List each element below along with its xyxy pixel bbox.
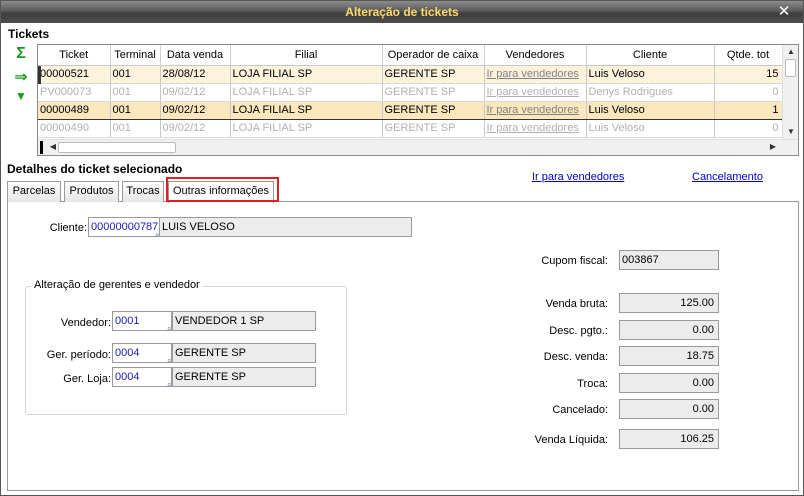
horizontal-scrollbar[interactable]: ◀ ▶ xyxy=(38,139,798,155)
column-header[interactable]: Data venda xyxy=(160,45,231,66)
column-header[interactable]: Filial xyxy=(230,45,383,66)
cell-filial: LOJA FILIAL SP xyxy=(230,100,383,120)
vendedor-code-field[interactable]: 0001 xyxy=(112,311,172,331)
alteracao-gerentes-title: Alteração de gerentes e vendedor xyxy=(31,279,203,291)
sum-icon[interactable]: Σ xyxy=(11,45,31,63)
venda-liquida-field: 106.25 xyxy=(619,429,719,449)
cell-ticket: PV000073 xyxy=(38,83,111,102)
scroll-down-icon[interactable]: ▼ xyxy=(784,127,798,136)
cell-ticket: 00000489 xyxy=(38,100,111,120)
cell-qtde: 1 xyxy=(714,100,783,120)
ger-periodo-name-field: GERENTE SP xyxy=(172,343,316,363)
alteracao-tickets-window: Alteração de tickets ✕ Tickets Σ ⇒ ▼ Ticke… xyxy=(0,0,804,496)
ger-loja-code-field[interactable]: 0004 xyxy=(112,367,172,387)
scroll-right-icon[interactable]: ▶ xyxy=(766,142,780,151)
tickets-grid-body: 00000521 001 28/08/12 LOJA FILIAL SP GERENTE… xyxy=(38,65,783,138)
cell-terminal: 001 xyxy=(110,119,161,138)
tickets-grid-header: Ticket Terminal Data venda Filial Operador d… xyxy=(38,45,783,66)
desc-pgto-label: Desc. pgto.: xyxy=(549,325,608,337)
scroll-up-icon[interactable]: ▲ xyxy=(784,47,798,56)
desc-venda-field: 18.75 xyxy=(619,346,719,366)
cupom-fiscal-label: Cupom fiscal: xyxy=(541,255,608,267)
venda-bruta-label: Venda bruta: xyxy=(545,298,608,310)
venda-liquida-label: Venda Líquida: xyxy=(534,434,608,446)
ir-para-vendedores-link[interactable]: Ir para vendedores xyxy=(532,171,624,183)
tickets-grid[interactable]: Ticket Terminal Data venda Filial Operador d… xyxy=(37,44,799,156)
cell-qtde: 15 xyxy=(714,65,783,84)
cell-terminal: 001 xyxy=(110,65,161,84)
cancelado-label: Cancelado: xyxy=(552,404,608,416)
desc-pgto-field: 0.00 xyxy=(619,320,719,340)
ger-loja-label: Ger. Loja: xyxy=(63,373,111,385)
cell-ticket: 00000490 xyxy=(38,119,111,138)
details-section-title: Detalhes do ticket selecionado xyxy=(7,162,183,176)
column-header[interactable]: Ticket xyxy=(38,45,111,66)
ger-periodo-label: Ger. período: xyxy=(46,349,111,361)
cell-cliente: Luis Veloso xyxy=(586,119,715,138)
cancelado-field: 0.00 xyxy=(619,399,719,419)
vertical-scrollbar[interactable]: ▲ ▼ xyxy=(782,45,798,139)
cliente-name-field: LUIS VELOSO xyxy=(159,217,412,237)
troca-label: Troca: xyxy=(577,378,608,390)
ger-periodo-code-field[interactable]: 0004 xyxy=(112,343,172,363)
column-header[interactable]: Cliente xyxy=(586,45,715,66)
column-header[interactable]: Operador de caixa xyxy=(382,45,485,66)
cliente-label: Cliente: xyxy=(49,222,87,234)
active-tab-highlight xyxy=(166,177,279,202)
cell-operador: GERENTE SP xyxy=(382,83,485,102)
cancelamento-link[interactable]: Cancelamento xyxy=(692,171,763,183)
ir-para-vendedores-cell-link[interactable]: Ir para vendedores xyxy=(484,83,587,102)
cell-operador: GERENTE SP xyxy=(382,65,485,84)
ir-para-vendedores-cell-link[interactable]: Ir para vendedores xyxy=(484,100,587,120)
ger-loja-name-field: GERENTE SP xyxy=(172,367,316,387)
cell-cliente: Luis Veloso xyxy=(586,100,715,120)
cell-data: 28/08/12 xyxy=(160,65,231,84)
venda-bruta-field: 125.00 xyxy=(619,293,719,313)
desc-venda-label: Desc. venda: xyxy=(543,351,608,363)
cell-filial: LOJA FILIAL SP xyxy=(230,65,383,84)
column-header[interactable]: Terminal xyxy=(110,45,161,66)
tab-parcelas[interactable]: Parcelas xyxy=(7,181,61,202)
vertical-scroll-thumb[interactable] xyxy=(785,59,796,77)
ticket-row[interactable]: 00000490 001 09/02/12 LOJA FILIAL SP GERENTE… xyxy=(38,119,783,138)
cell-data: 09/02/12 xyxy=(160,119,231,138)
troca-field: 0.00 xyxy=(619,373,719,393)
title-bar: Alteração de tickets xyxy=(1,1,803,23)
ticket-row[interactable]: PV000073 001 09/02/12 LOJA FILIAL SP GERENTE… xyxy=(38,83,783,102)
export-icon[interactable]: ⇒ xyxy=(11,67,31,86)
cell-terminal: 001 xyxy=(110,83,161,102)
cell-qtde: 0 xyxy=(714,83,783,102)
cell-operador: GERENTE SP xyxy=(382,119,485,138)
cell-data: 09/02/12 xyxy=(160,83,231,102)
horizontal-scroll-thumb[interactable] xyxy=(58,142,176,153)
vendedor-label: Vendedor: xyxy=(60,317,111,329)
cell-ticket: 00000521 xyxy=(38,65,111,84)
expand-icon[interactable]: ▼ xyxy=(11,89,31,107)
cupom-fiscal-field: 003867 xyxy=(619,250,719,270)
ir-para-vendedores-cell-link[interactable]: Ir para vendedores xyxy=(484,65,587,84)
cell-qtde: 0 xyxy=(714,119,783,138)
cell-filial: LOJA FILIAL SP xyxy=(230,83,383,102)
cliente-code-field[interactable]: 00000000787 xyxy=(88,217,160,237)
cell-operador: GERENTE SP xyxy=(382,100,485,120)
tab-trocas[interactable]: Trocas xyxy=(122,181,164,202)
close-icon[interactable]: ✕ xyxy=(775,1,793,23)
row-indicator xyxy=(38,66,41,84)
ir-para-vendedores-cell-link[interactable]: Ir para vendedores xyxy=(484,119,587,138)
column-header[interactable]: Qtde. tot xyxy=(714,45,783,66)
tickets-section-title: Tickets xyxy=(8,27,50,41)
window-title: Alteração de tickets xyxy=(345,5,459,19)
column-header[interactable]: Vendedores xyxy=(484,45,587,66)
cell-cliente: Denys Rodrigues xyxy=(586,83,715,102)
frozen-marker xyxy=(40,141,43,154)
vendedor-name-field: VENDEDOR 1 SP xyxy=(172,311,316,331)
cell-filial: LOJA FILIAL SP xyxy=(230,119,383,138)
tab-produtos[interactable]: Produtos xyxy=(64,181,119,202)
ticket-row[interactable]: 00000521 001 28/08/12 LOJA FILIAL SP GERENTE… xyxy=(38,65,783,84)
cell-data: 09/02/12 xyxy=(160,100,231,120)
cell-terminal: 001 xyxy=(110,100,161,120)
ticket-row[interactable]: 00000489 001 09/02/12 LOJA FILIAL SP GERENTE… xyxy=(38,100,783,120)
cell-cliente: Luis Veloso xyxy=(586,65,715,84)
